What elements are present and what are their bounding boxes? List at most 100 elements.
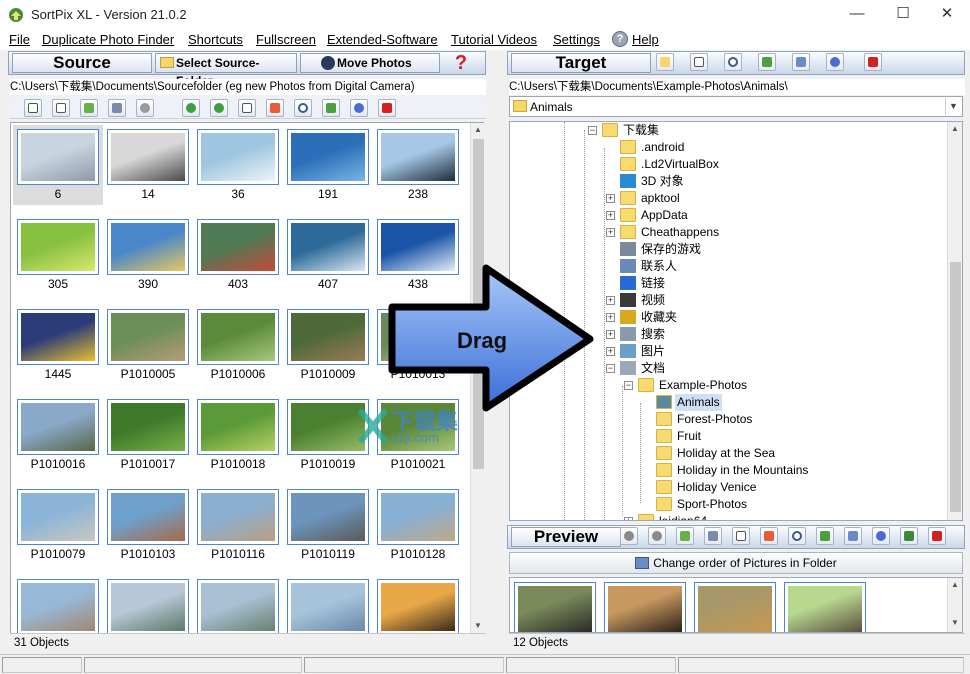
preview-thumbnail[interactable] xyxy=(514,582,596,632)
edit-button[interactable] xyxy=(350,99,368,117)
thumbnail-item[interactable]: 390 xyxy=(103,215,193,295)
sort-button[interactable] xyxy=(80,99,98,117)
thumbnail-item[interactable]: 36 xyxy=(193,125,283,205)
photo-thumbnail[interactable] xyxy=(111,493,185,541)
thumbnail-frame[interactable] xyxy=(17,309,99,365)
preview-search-button[interactable] xyxy=(788,527,806,545)
thumbnail-frame[interactable] xyxy=(107,129,189,185)
photo-thumbnail[interactable] xyxy=(111,403,185,451)
photo-thumbnail[interactable] xyxy=(698,586,772,632)
photo-thumbnail[interactable] xyxy=(788,586,862,632)
thumbnail-item[interactable]: 407 xyxy=(283,215,373,295)
scroll-up-icon[interactable]: ▲ xyxy=(951,124,959,133)
target-search-button[interactable] xyxy=(724,53,742,71)
thumbnail-item[interactable] xyxy=(193,575,283,633)
thumbnail-frame[interactable] xyxy=(287,129,369,185)
thumbnail-item[interactable]: 1445 xyxy=(13,305,103,385)
photo-thumbnail[interactable] xyxy=(111,223,185,271)
help-icon[interactable]: ? xyxy=(612,31,628,47)
thumbnail-frame[interactable] xyxy=(107,489,189,545)
photo-thumbnail[interactable] xyxy=(291,493,365,541)
scroll-up-icon[interactable]: ▲ xyxy=(951,580,959,589)
new-folder-button[interactable] xyxy=(656,53,674,71)
preview-delete-button[interactable] xyxy=(928,527,946,545)
preview-rotate-right-button[interactable] xyxy=(648,527,666,545)
photo-thumbnail[interactable] xyxy=(608,586,682,632)
target-scroll-thumb[interactable] xyxy=(950,262,961,512)
photo-thumbnail[interactable] xyxy=(21,313,95,361)
rotate-left-button[interactable] xyxy=(182,99,200,117)
thumbnail-frame[interactable] xyxy=(197,219,279,275)
menu-shortcuts[interactable]: Shortcuts xyxy=(188,32,243,47)
change-order-button[interactable]: Change order of Pictures in Folder xyxy=(509,552,963,574)
rename-button[interactable] xyxy=(238,99,256,117)
thumbnail-frame[interactable] xyxy=(377,579,459,633)
thumbnail-frame[interactable] xyxy=(107,309,189,365)
preview-grid-button[interactable] xyxy=(704,527,722,545)
help-question-icon[interactable]: ? xyxy=(451,52,471,74)
thumbnail-frame[interactable] xyxy=(17,219,99,275)
thumbnail-item[interactable]: 238 xyxy=(373,125,463,205)
target-refresh-button[interactable] xyxy=(758,53,776,71)
target-globe-button[interactable] xyxy=(826,53,844,71)
expand-icon[interactable]: + xyxy=(624,517,633,520)
photo-thumbnail[interactable] xyxy=(381,493,455,541)
photo-thumbnail[interactable] xyxy=(201,313,275,361)
thumbnail-frame[interactable] xyxy=(287,309,369,365)
thumbnail-item[interactable]: 14 xyxy=(103,125,193,205)
photo-thumbnail[interactable] xyxy=(291,133,365,181)
expand-icon[interactable]: + xyxy=(606,228,615,237)
thumbnail-item[interactable]: P1010128 xyxy=(373,485,463,565)
thumbnail-item[interactable] xyxy=(283,575,373,633)
slideshow-button[interactable] xyxy=(136,99,154,117)
collapse-icon[interactable]: − xyxy=(588,126,597,135)
collapse-icon[interactable]: − xyxy=(606,364,615,373)
minimize-button[interactable]: — xyxy=(834,0,880,30)
photo-thumbnail[interactable] xyxy=(21,493,95,541)
thumbnail-item[interactable]: 6 xyxy=(13,125,103,205)
thumbnail-item[interactable]: P1010019 xyxy=(283,395,373,475)
properties-button[interactable] xyxy=(266,99,284,117)
preview-scrollbar[interactable]: ▲ ▼ xyxy=(947,578,962,632)
target-folder-combo[interactable]: Animals ▼ xyxy=(509,96,963,117)
thumbnail-item[interactable]: P1010005 xyxy=(103,305,193,385)
preview-thumbnail[interactable] xyxy=(604,582,686,632)
scroll-up-icon[interactable]: ▲ xyxy=(474,125,482,134)
photo-thumbnail[interactable] xyxy=(201,493,275,541)
preview-rotate-left-button[interactable] xyxy=(620,527,638,545)
menu-help[interactable]: Help xyxy=(632,32,659,47)
rotate-right-button[interactable] xyxy=(210,99,228,117)
thumbnail-frame[interactable] xyxy=(107,579,189,633)
thumbnail-item[interactable]: 191 xyxy=(283,125,373,205)
photo-thumbnail[interactable] xyxy=(111,313,185,361)
target-copy-button[interactable] xyxy=(792,53,810,71)
photo-thumbnail[interactable] xyxy=(111,133,185,181)
expand-icon[interactable]: + xyxy=(606,347,615,356)
thumbnail-frame[interactable] xyxy=(287,489,369,545)
photo-thumbnail[interactable] xyxy=(291,313,365,361)
preview-thumbnail[interactable] xyxy=(784,582,866,632)
refresh-button[interactable] xyxy=(322,99,340,117)
expand-icon[interactable]: + xyxy=(606,313,615,322)
maximize-button[interactable]: ☐ xyxy=(880,0,926,30)
photo-thumbnail[interactable] xyxy=(21,403,95,451)
thumbnail-frame[interactable] xyxy=(377,129,459,185)
preview-copy-button[interactable] xyxy=(844,527,862,545)
thumbnail-frame[interactable] xyxy=(197,489,279,545)
collapse-icon[interactable]: − xyxy=(624,381,633,390)
delete-button[interactable] xyxy=(378,99,396,117)
menu-fullscreen[interactable]: Fullscreen xyxy=(256,32,316,47)
thumbnail-frame[interactable] xyxy=(197,399,279,455)
target-delete-button[interactable] xyxy=(864,53,882,71)
move-photos-button[interactable]: Move Photos xyxy=(300,53,440,73)
menu-settings[interactable]: Settings xyxy=(553,32,600,47)
preview-rename-button[interactable] xyxy=(732,527,750,545)
close-button[interactable]: ✕ xyxy=(924,0,970,30)
scroll-down-icon[interactable]: ▼ xyxy=(951,618,959,627)
thumbnail-frame[interactable] xyxy=(17,489,99,545)
thumbnail-item[interactable]: P1010017 xyxy=(103,395,193,475)
thumbnail-frame[interactable] xyxy=(17,579,99,633)
photo-thumbnail[interactable] xyxy=(291,223,365,271)
thumbnail-frame[interactable] xyxy=(107,219,189,275)
expand-icon[interactable]: + xyxy=(606,330,615,339)
